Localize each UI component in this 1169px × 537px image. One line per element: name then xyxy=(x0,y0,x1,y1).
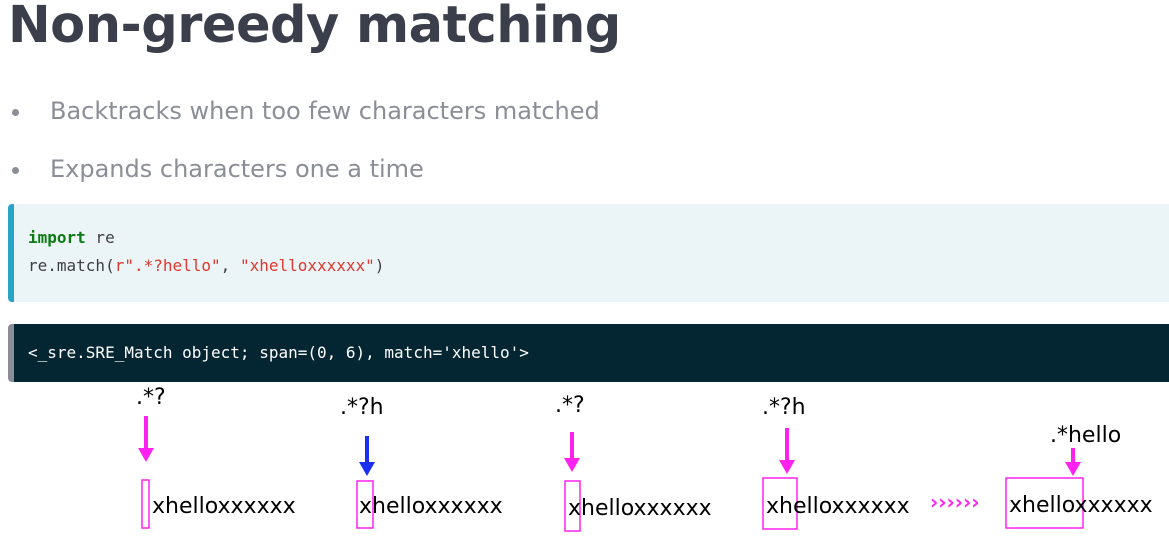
page-title: Non-greedy matching xyxy=(8,0,621,55)
code-keyword: import xyxy=(28,228,86,247)
code-line-2: re.match(r".*?hello", "xhelloxxxxxx") xyxy=(28,252,1169,280)
step-subject-text: xhelloxxxxxx xyxy=(1009,493,1153,518)
diagram-step: .*? xhelloxxxxxx xyxy=(555,393,712,532)
diagram-step: .*?h xhelloxxxxxx xyxy=(340,395,503,529)
down-arrow-icon xyxy=(564,458,580,472)
code-input-cell: import re re.match(r".*?hello", "xhellox… xyxy=(8,204,1169,302)
step-pattern-label: .*?h xyxy=(340,395,384,420)
step-subject-text: xhelloxxxxxx xyxy=(152,494,296,519)
code-string: r".*?hello" xyxy=(114,256,221,275)
code-text: , xyxy=(220,256,240,275)
chevron-arrows-icon: ›››››› xyxy=(930,490,979,514)
code-text: re xyxy=(85,228,115,247)
diagram-step: .*? xhelloxxxxxx xyxy=(136,385,296,529)
bullet-item: Expands characters one a time xyxy=(0,146,600,204)
step-subject-text: xhelloxxxxxx xyxy=(359,494,503,519)
down-arrow-icon xyxy=(1065,462,1081,476)
step-pattern-label: .*hello xyxy=(1050,423,1121,448)
step-pattern-label: .*? xyxy=(555,393,585,418)
bullet-list: Backtracks when too few characters match… xyxy=(0,88,600,204)
bullet-item: Backtracks when too few characters match… xyxy=(0,88,600,146)
code-line-1: import re xyxy=(28,224,1169,252)
code-string: "xhelloxxxxxx" xyxy=(239,256,375,275)
matching-diagram: .*? xhelloxxxxxx .*?h xhelloxxxxxx .*? x… xyxy=(136,385,1153,532)
step-pattern-label: .*?h xyxy=(762,395,806,420)
diagram-step: .*hello xhelloxxxxxx xyxy=(1005,423,1153,529)
code-output-cell: <_sre.SRE_Match object; span=(0, 6), mat… xyxy=(8,324,1169,382)
step-pattern-label: .*? xyxy=(136,385,166,410)
step-subject-text: xhelloxxxxxx xyxy=(568,496,712,521)
diagram-step: .*?h xhelloxxxxxx xyxy=(762,395,910,530)
code-text: ) xyxy=(374,256,385,275)
code-text: re.match( xyxy=(28,256,115,275)
step-subject-text: xhelloxxxxxx xyxy=(766,494,910,519)
match-highlight-box xyxy=(141,479,150,529)
down-arrow-icon xyxy=(138,448,154,462)
down-arrow-icon xyxy=(359,462,375,476)
down-arrow-icon xyxy=(779,460,795,474)
